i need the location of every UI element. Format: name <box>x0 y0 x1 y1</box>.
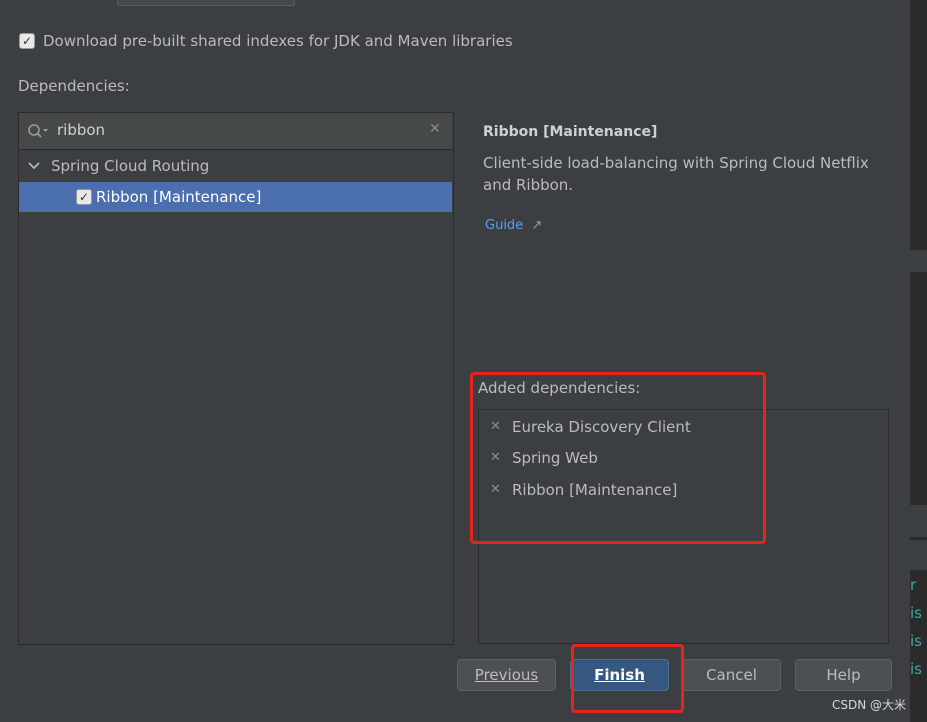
editor-edge-bar <box>910 250 927 272</box>
tree-group-spring-cloud-routing[interactable]: Spring Cloud Routing <box>51 157 209 175</box>
previous-button[interactable]: Previous <box>457 659 556 691</box>
guide-link[interactable]: Guide ↗ <box>485 218 542 233</box>
code-fragment: is <box>910 632 922 650</box>
new-project-dialog: ✓ Download pre-built shared indexes for … <box>0 0 910 722</box>
search-input[interactable]: ribbon <box>57 121 105 139</box>
clear-search-icon[interactable]: ✕ <box>429 121 441 137</box>
added-item: Spring Web <box>512 449 598 467</box>
cancel-button[interactable]: Cancel <box>682 659 781 691</box>
added-item: Ribbon [Maintenance] <box>512 481 678 499</box>
search-bar[interactable]: ribbon ✕ <box>19 113 452 150</box>
top-input-field[interactable] <box>117 0 295 6</box>
finish-button[interactable]: Finish <box>570 659 669 691</box>
help-button[interactable]: Help <box>795 659 892 691</box>
download-indexes-label: Download pre-built shared indexes for JD… <box>43 32 513 50</box>
dependencies-label: Dependencies: <box>18 77 130 95</box>
editor-edge-bar <box>910 505 927 537</box>
previous-button-label: Previous <box>474 666 539 684</box>
tree-item-ribbon[interactable]: ✓ Ribbon [Maintenance] <box>19 182 452 212</box>
remove-icon[interactable]: ✕ <box>490 450 501 465</box>
external-link-icon: ↗ <box>531 218 543 233</box>
guide-link-label: Guide <box>485 218 524 233</box>
added-dependencies-list <box>478 409 889 644</box>
ribbon-checkbox[interactable]: ✓ <box>76 189 92 205</box>
details-title: Ribbon [Maintenance] <box>483 124 658 140</box>
search-icon[interactable] <box>27 123 49 139</box>
code-fragment: r <box>910 576 917 594</box>
code-fragment: is <box>910 660 922 678</box>
remove-icon[interactable]: ✕ <box>490 419 501 434</box>
help-button-label: Help <box>826 666 861 684</box>
editor-edge-bar <box>910 540 927 570</box>
details-description-line2: and Ribbon. <box>483 176 574 194</box>
chevron-down-icon[interactable] <box>28 161 40 171</box>
cancel-button-label: Cancel <box>706 666 757 684</box>
tree-item-label: Ribbon [Maintenance] <box>96 188 262 206</box>
download-indexes-checkbox[interactable]: ✓ <box>19 33 35 49</box>
editor-edge: r is is is <box>910 0 927 722</box>
added-item: Eureka Discovery Client <box>512 418 691 436</box>
remove-icon[interactable]: ✕ <box>490 482 501 497</box>
added-dependencies-label: Added dependencies: <box>478 379 641 397</box>
code-fragment: is <box>910 604 922 622</box>
watermark: CSDN @大米 <box>832 698 907 712</box>
finish-button-label: Finish <box>594 666 645 684</box>
details-description-line1: Client-side load-balancing with Spring C… <box>483 154 869 172</box>
